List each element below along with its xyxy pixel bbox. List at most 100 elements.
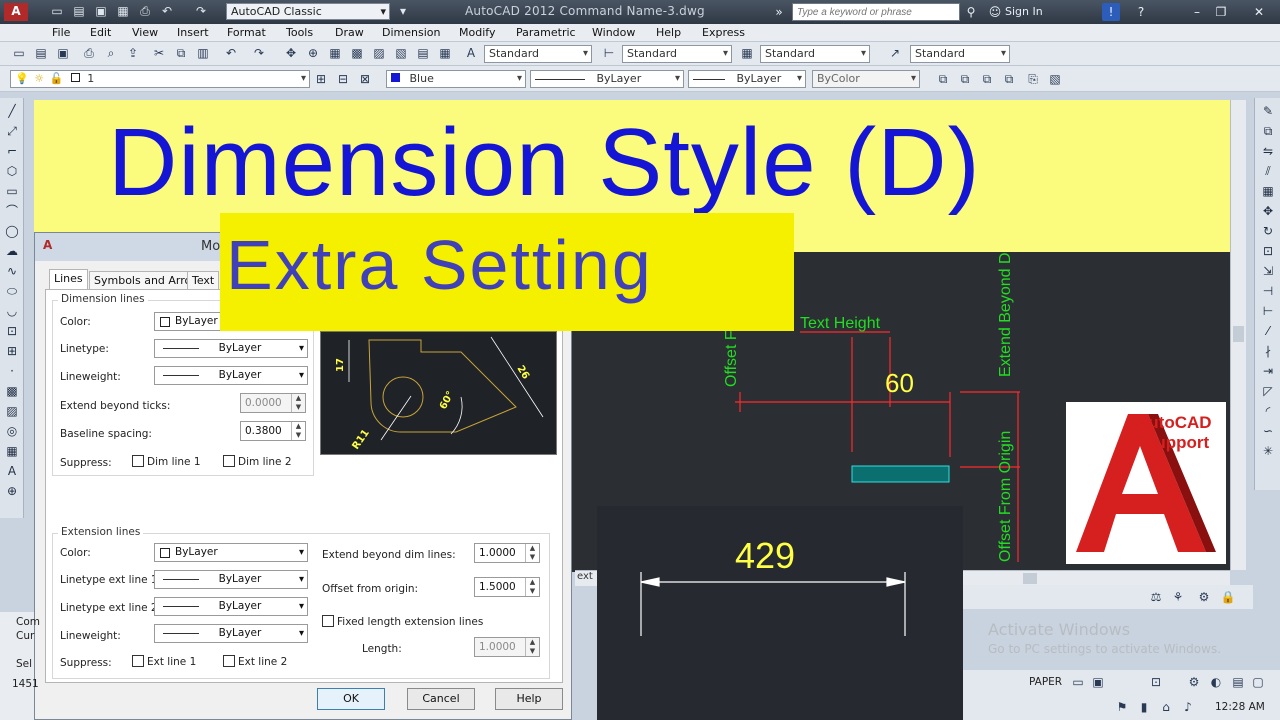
text-style-icon[interactable]: A [462, 44, 480, 62]
layer-previous-icon[interactable]: ⊟ [334, 70, 352, 88]
table-icon[interactable]: ▦ [3, 442, 21, 460]
dim-style-icon[interactable]: ⊢ [600, 44, 618, 62]
offset-icon[interactable]: ⫽ [1259, 162, 1277, 180]
hatch-icon[interactable]: ▩ [3, 382, 21, 400]
sheet-set-icon[interactable]: ▧ [392, 44, 410, 62]
join-icon[interactable]: ⇥ [1259, 362, 1277, 380]
extend-icon[interactable]: ⊢ [1259, 302, 1277, 320]
lock-icon[interactable]: 🔒 [1219, 588, 1237, 606]
arc-icon[interactable]: ⌒ [3, 202, 21, 220]
baseline-spacing-input[interactable]: 0.3800 ▲ ▼ [240, 421, 306, 441]
open-icon[interactable]: ▤ [32, 44, 50, 62]
trim-icon[interactable]: ⊣ [1259, 282, 1277, 300]
pan-icon[interactable]: ✥ [282, 44, 300, 62]
undo-icon[interactable]: ↶ [222, 44, 240, 62]
dim-style-select[interactable]: Standard [622, 45, 732, 63]
app-menu-button[interactable]: A [4, 3, 28, 21]
multileader-style-icon[interactable]: ↗ [886, 44, 904, 62]
stretch-icon[interactable]: ⇲ [1259, 262, 1277, 280]
table-style-select[interactable]: Standard [760, 45, 870, 63]
linetype-ext2-select[interactable]: ByLayer ▾ [154, 597, 308, 616]
ext-lineweight-select[interactable]: ByLayer ▾ [154, 624, 308, 643]
tab-lines[interactable]: Lines [49, 269, 88, 290]
exchange-icon[interactable]: ! [1102, 3, 1120, 21]
revcloud-icon[interactable]: ☁ [3, 242, 21, 260]
undo-icon[interactable]: ↶ [158, 3, 176, 19]
help-button[interactable]: Help [495, 688, 563, 710]
maximize-icon[interactable]: ❐ [1212, 3, 1230, 21]
redo-icon[interactable]: ↷ [250, 44, 268, 62]
maximize-viewport-icon[interactable]: ⊡ [1147, 673, 1165, 691]
fixed-length-checkbox[interactable] [322, 615, 334, 627]
scroll-thumb[interactable] [1023, 573, 1037, 584]
extend-beyond-ticks-input[interactable]: 0.0000 ▲ ▼ [240, 393, 306, 413]
close-icon[interactable]: ✕ [1250, 3, 1268, 21]
cancel-button[interactable]: Cancel [407, 688, 475, 710]
open-folder-icon[interactable]: ▤ [70, 3, 88, 19]
dim-linetype-select[interactable]: ByLayer ▾ [154, 339, 308, 358]
paper-space-label[interactable]: PAPER [1029, 676, 1062, 688]
mtext-icon[interactable]: A [3, 462, 21, 480]
offset-origin-input[interactable]: 1.5000 ▲ ▼ [474, 577, 540, 597]
insert-block-icon[interactable]: ⊡ [3, 322, 21, 340]
menu-format[interactable]: Format [227, 26, 266, 39]
clean-screen-icon[interactable]: ▢ [1249, 673, 1267, 691]
properties-icon[interactable]: ▦ [326, 44, 344, 62]
move-icon[interactable]: ✥ [1259, 202, 1277, 220]
annotation-scale-icon[interactable]: ⚖ [1147, 588, 1165, 606]
tab-text[interactable]: Text [187, 271, 220, 289]
make-block-icon[interactable]: ⊞ [3, 342, 21, 360]
plotstyle-select[interactable]: ByColor [812, 70, 920, 88]
battery-icon[interactable]: ▮ [1135, 698, 1153, 716]
menu-dimension[interactable]: Dimension [382, 26, 440, 39]
chamfer-icon[interactable]: ◸ [1259, 382, 1277, 400]
bring-front-icon[interactable]: ⧉ [934, 70, 952, 88]
text-front-icon[interactable]: ⎘ [1024, 70, 1042, 88]
add-selected-icon[interactable]: ⊕ [3, 482, 21, 500]
menu-help[interactable]: Help [656, 26, 681, 39]
quick-view-drawings-icon[interactable]: ▣ [1089, 673, 1107, 691]
vertical-scrollbar[interactable] [1230, 100, 1246, 570]
mirror-icon[interactable]: ⇋ [1259, 142, 1277, 160]
erase-icon[interactable]: ✎ [1259, 102, 1277, 120]
command-window[interactable]: Com Cur Sel 1451 [0, 612, 40, 720]
spinner-icon[interactable]: ▲ ▼ [291, 394, 305, 412]
extend-beyond-dim-input[interactable]: 1.0000 ▲ ▼ [474, 543, 540, 563]
plot-preview-icon[interactable]: ⌕ [102, 44, 120, 62]
spinner-icon[interactable]: ▲ ▼ [525, 638, 539, 656]
bring-above-icon[interactable]: ⧉ [978, 70, 996, 88]
tool-palettes-icon[interactable]: ▨ [370, 44, 388, 62]
menu-express[interactable]: Express [702, 26, 745, 39]
make-current-layer-icon[interactable]: ⊞ [312, 70, 330, 88]
spinner-icon[interactable]: ▲ ▼ [525, 578, 539, 596]
menu-window[interactable]: Window [592, 26, 635, 39]
polygon-icon[interactable]: ⬡ [3, 162, 21, 180]
flag-icon[interactable]: ⚑ [1113, 698, 1131, 716]
hatch-back-icon[interactable]: ▧ [1046, 70, 1064, 88]
print-icon[interactable]: ⎙ [136, 3, 154, 19]
menu-edit[interactable]: Edit [90, 26, 111, 39]
annotation-visibility-icon[interactable]: ⚘ [1169, 588, 1187, 606]
minimize-icon[interactable]: – [1188, 3, 1206, 21]
dim-line-2-checkbox[interactable] [223, 455, 235, 467]
publish-icon[interactable]: ⇪ [124, 44, 142, 62]
spline-icon[interactable]: ∿ [3, 262, 21, 280]
isolate-objects-icon[interactable]: ◐ [1207, 673, 1225, 691]
search-input[interactable] [792, 3, 960, 21]
array-icon[interactable]: ▦ [1259, 182, 1277, 200]
copy-icon[interactable]: ⧉ [1259, 122, 1277, 140]
send-back-icon[interactable]: ⧉ [956, 70, 974, 88]
region-icon[interactable]: ◎ [3, 422, 21, 440]
circle-icon[interactable]: ◯ [3, 222, 21, 240]
save-as-icon[interactable]: ▦ [114, 3, 132, 19]
blend-icon[interactable]: ∽ [1259, 422, 1277, 440]
linetype-ext1-select[interactable]: ByLayer ▾ [154, 570, 308, 589]
settings-icon[interactable]: ⚙ [1185, 673, 1203, 691]
help-icon[interactable]: ? [1132, 3, 1150, 21]
dim-line-1-checkbox[interactable] [132, 455, 144, 467]
save-icon[interactable]: ▣ [54, 44, 72, 62]
color-select[interactable]: Blue [386, 70, 526, 88]
save-icon[interactable]: ▣ [92, 3, 110, 19]
markup-icon[interactable]: ▤ [414, 44, 432, 62]
menu-parametric[interactable]: Parametric [516, 26, 576, 39]
